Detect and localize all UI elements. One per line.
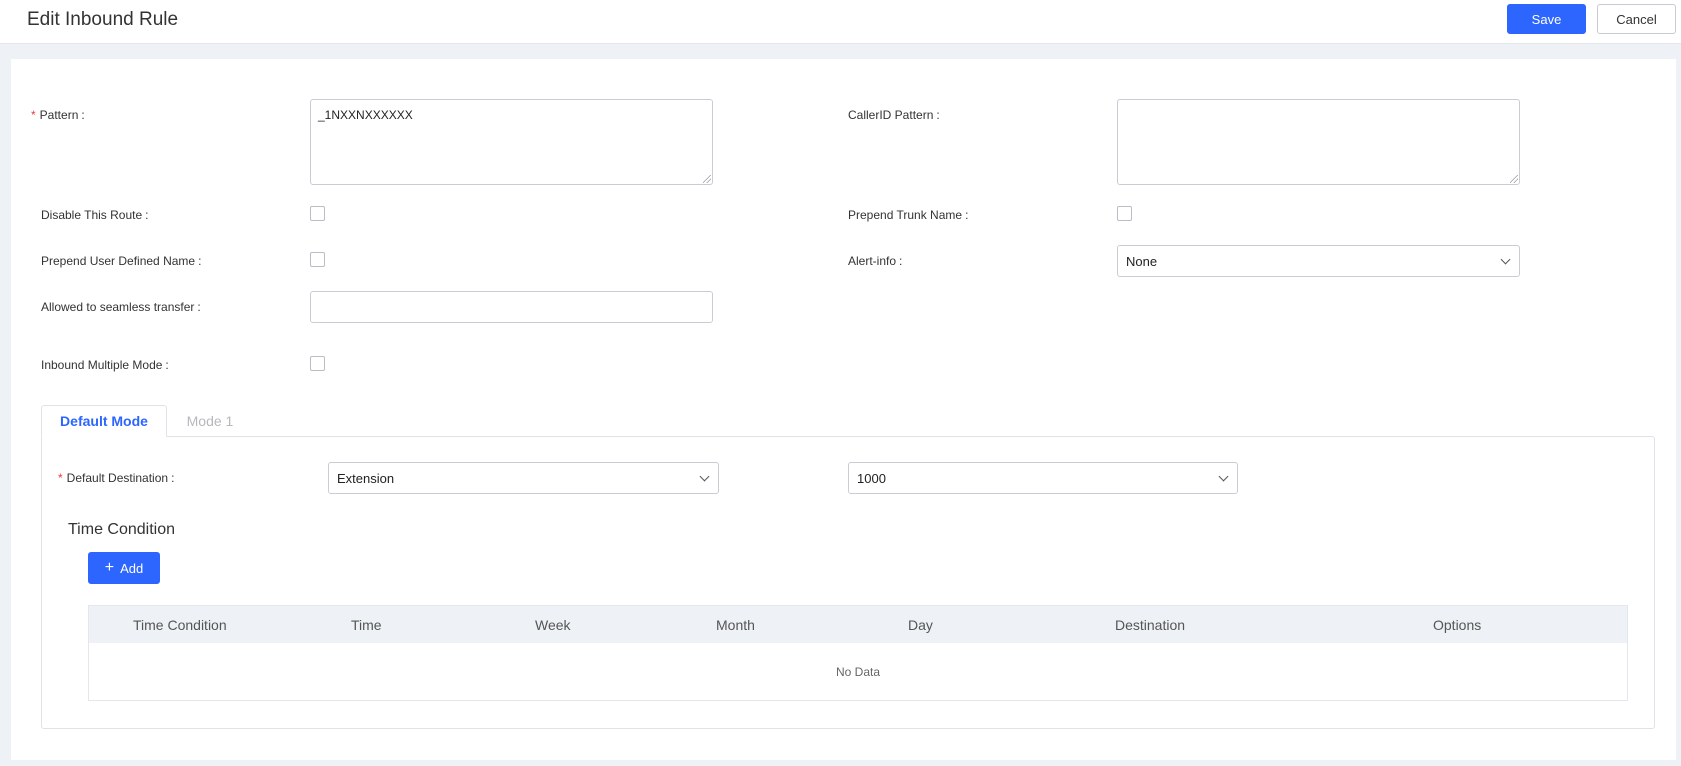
destination-type-select[interactable]: Extension bbox=[328, 462, 719, 494]
add-button-label: Add bbox=[120, 560, 144, 576]
destination-type-value: Extension bbox=[337, 470, 395, 486]
inbound-multiple-mode-checkbox[interactable] bbox=[310, 356, 325, 371]
required-mark: * bbox=[31, 108, 36, 122]
resize-grip-icon[interactable] bbox=[1510, 175, 1518, 183]
column-header-day: Day bbox=[908, 617, 933, 633]
empty-state: No Data bbox=[835, 665, 881, 679]
destination-value: 1000 bbox=[857, 470, 886, 486]
alert-info-value: None bbox=[1126, 253, 1158, 269]
chevron-down-icon bbox=[1218, 471, 1229, 482]
disable-route-checkbox[interactable] bbox=[310, 206, 325, 221]
prepend-trunk-name-checkbox[interactable] bbox=[1117, 206, 1132, 221]
column-header-week: Week bbox=[535, 617, 571, 633]
table-header: Time Condition Time Week Month Day Desti… bbox=[89, 606, 1627, 643]
column-header-time: Time bbox=[351, 617, 382, 633]
disable-route-label: Disable This Route: bbox=[41, 208, 149, 222]
cancel-button[interactable]: Cancel bbox=[1597, 4, 1676, 34]
time-condition-title: Time Condition bbox=[68, 521, 176, 538]
inbound-multiple-mode-label: Inbound Multiple Mode: bbox=[41, 358, 169, 372]
default-destination-label: * Default Destination: bbox=[58, 471, 175, 485]
seamless-transfer-label: Allowed to seamless transfer: bbox=[41, 300, 201, 314]
pattern-value: _1NXXNXXXXXX bbox=[318, 108, 413, 122]
prepend-user-defined-name-checkbox[interactable] bbox=[310, 252, 325, 267]
resize-grip-icon[interactable] bbox=[703, 175, 711, 183]
alert-info-select[interactable]: None bbox=[1117, 245, 1520, 277]
save-button[interactable]: Save bbox=[1507, 4, 1586, 34]
required-mark: * bbox=[58, 471, 63, 485]
page-header: Edit Inbound Rule Save Cancel bbox=[0, 0, 1681, 44]
seamless-transfer-input[interactable] bbox=[310, 291, 713, 323]
chevron-down-icon bbox=[699, 471, 710, 482]
tab-mode-1[interactable]: Mode 1 bbox=[170, 405, 250, 437]
callerid-pattern-textarea[interactable] bbox=[1117, 99, 1520, 185]
time-condition-table: Time Condition Time Week Month Day Desti… bbox=[88, 605, 1628, 701]
column-header-options: Options bbox=[1433, 617, 1482, 633]
tab-default-mode[interactable]: Default Mode bbox=[41, 405, 167, 437]
add-time-condition-button[interactable]: + Add bbox=[88, 552, 160, 584]
prepend-trunk-name-label: Prepend Trunk Name: bbox=[848, 208, 969, 222]
column-header-time-condition: Time Condition bbox=[133, 617, 227, 633]
alert-info-label: Alert-info: bbox=[848, 254, 903, 268]
pattern-textarea[interactable]: _1NXXNXXXXXX bbox=[310, 99, 713, 185]
column-header-month: Month bbox=[716, 617, 755, 633]
chevron-down-icon bbox=[1500, 254, 1511, 265]
pattern-label: * Pattern: bbox=[31, 108, 85, 122]
column-header-destination: Destination bbox=[1115, 617, 1186, 633]
page-title: Edit Inbound Rule bbox=[27, 9, 179, 30]
callerid-pattern-label: CallerID Pattern: bbox=[848, 108, 940, 122]
destination-value-select[interactable]: 1000 bbox=[848, 462, 1238, 494]
plus-icon: + bbox=[104, 559, 115, 576]
prepend-user-defined-name-label: Prepend User Defined Name: bbox=[41, 254, 202, 268]
